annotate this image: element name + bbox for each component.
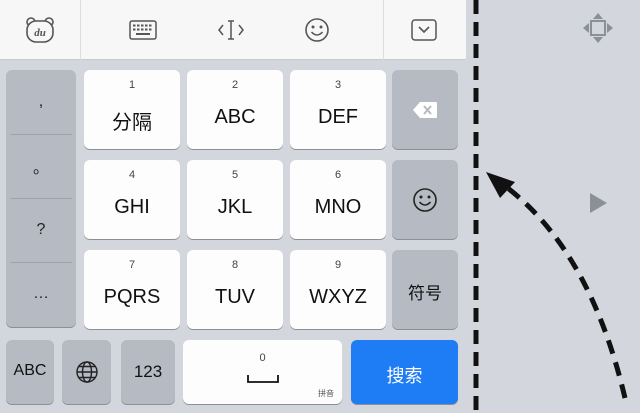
- curved-dashed-arrow: [503, 184, 628, 399]
- arrow-head-icon: [486, 172, 515, 198]
- move-icon: [583, 13, 613, 43]
- play-icon: [590, 193, 607, 213]
- annotation-overlay: [473, 0, 628, 413]
